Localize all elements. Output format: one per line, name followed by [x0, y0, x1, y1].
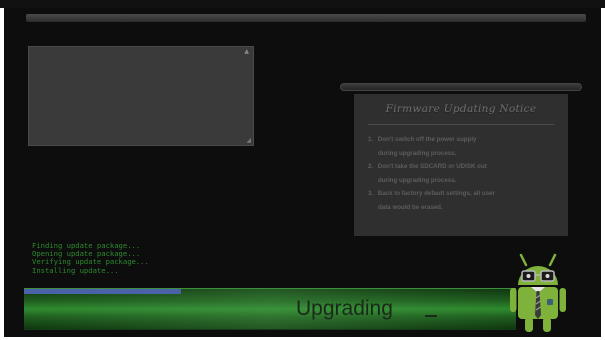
- notice-item-continuation: data would be erased.: [378, 203, 443, 211]
- resize-grip-icon: ◢: [246, 137, 251, 144]
- status-bar-glow: [24, 289, 516, 329]
- progress-bar-fill: [24, 289, 182, 294]
- notice-item: 1. Don't switch off the power supply dur…: [368, 133, 564, 160]
- text-cursor: [425, 315, 437, 317]
- notice-item: 3. Back to factory default settings, all…: [368, 187, 564, 214]
- screen-top-bar: [26, 14, 586, 22]
- android-robot-icon: [510, 253, 566, 332]
- notice-item-continuation: during upgrading process.: [378, 176, 457, 184]
- notice-item-number: 3.: [368, 190, 374, 197]
- notice-item-number: 1.: [368, 136, 374, 143]
- console-line: Installing update...: [32, 265, 119, 275]
- notice-header-bar: [340, 83, 582, 91]
- notice-item-text: Don't take the SDCARD or UDISK out: [377, 163, 487, 170]
- notice-title: Firmware Updating Notice: [385, 103, 537, 115]
- recovery-screen: ▲ ◢ Firmware Updating Notice 1. Don't sw…: [4, 8, 601, 337]
- notice-item-text: Back to factory default settings, all us…: [377, 190, 495, 197]
- upgrade-status-label: Upgrading: [296, 297, 393, 320]
- scroll-up-icon[interactable]: ▲: [244, 48, 249, 55]
- upgrade-status-bar: Upgrading: [24, 288, 516, 330]
- notice-list: 1. Don't switch off the power supply dur…: [368, 133, 564, 214]
- notice-item-text: Don't switch off the power supply: [377, 136, 477, 143]
- log-panel: ▲ ◢: [28, 46, 254, 146]
- notice-item-number: 2.: [368, 163, 374, 170]
- console-log: Finding update package... Opening update…: [32, 241, 149, 275]
- top-border-strip: [0, 0, 605, 8]
- notice-divider: [368, 124, 554, 125]
- firmware-notice-panel: Firmware Updating Notice 1. Don't switch…: [354, 94, 568, 236]
- notice-item: 2. Don't take the SDCARD or UDISK out du…: [368, 160, 564, 187]
- notice-item-continuation: during upgrading process.: [378, 149, 457, 157]
